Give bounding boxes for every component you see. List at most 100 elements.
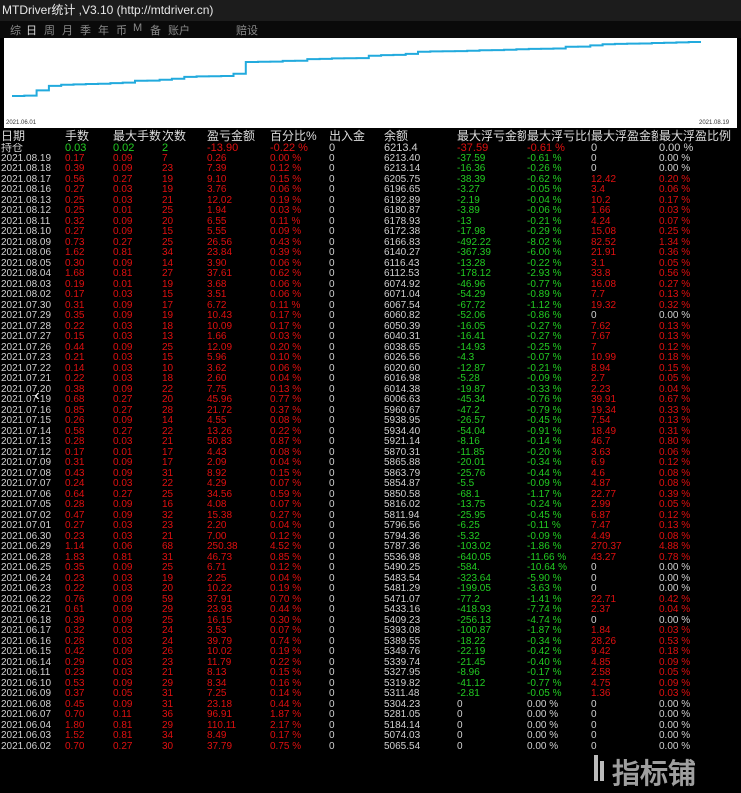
table-row[interactable]: 2021.06.23 0.22 0.03 20 10.22 0.19 % 0 5481.29 -… xyxy=(0,584,736,595)
table-row[interactable]: 2021.06.25 0.35 0.09 25 6.71 0.12 % 0 5490.25 -5… xyxy=(0,563,736,574)
table-row[interactable]: 2021.06.14 0.29 0.03 23 11.79 0.22 % 0 5339.74 -… xyxy=(0,658,736,669)
table-row[interactable]: 2021.06.10 0.53 0.09 29 8.34 0.16 % 0 5319.82 -4… xyxy=(0,679,736,690)
column-header[interactable]: 盈亏金额 xyxy=(206,129,269,143)
table-row[interactable]: 2021.07.30 0.31 0.09 17 6.72 0.11 % 0 6067.54 -6… xyxy=(0,301,736,312)
table-row[interactable]: 2021.06.03 1.52 0.81 34 8.49 0.17 % 0 5074.03 0 0… xyxy=(0,731,736,742)
table-row[interactable]: 2021.07.07 0.24 0.03 22 4.29 0.07 % 0 5854.87 -5… xyxy=(0,479,736,490)
column-header[interactable]: 次数 xyxy=(161,129,206,143)
table-cell: 0.56 xyxy=(65,174,85,185)
table-cell: 25 xyxy=(162,237,174,248)
tab-account[interactable]: 账户 xyxy=(168,22,190,38)
table-row[interactable]: 2021.07.02 0.47 0.09 32 15.38 0.27 % 0 5811.94 -… xyxy=(0,511,736,522)
position-row[interactable]: 持仓 0.03 0.02 2 -13.90 -0.22 % 0 6213.4 -37.59 -0.… xyxy=(0,143,736,154)
tab-settings[interactable]: 赔设 xyxy=(236,22,258,38)
tab-note[interactable]: 备 xyxy=(150,22,161,38)
column-header[interactable]: 日期 xyxy=(0,129,64,143)
table-cell: 4.6 xyxy=(591,468,605,479)
tab-magic[interactable]: M xyxy=(133,22,142,34)
column-header[interactable]: 最大手数 xyxy=(112,129,161,143)
column-header[interactable]: 百分比% xyxy=(269,129,328,143)
table-row[interactable]: 2021.08.11 0.32 0.09 20 6.55 0.11 % 0 6178.93 -1… xyxy=(0,217,736,228)
table-row[interactable]: 2021.07.13 0.28 0.03 21 50.83 0.87 % 0 5921.14 -… xyxy=(0,437,736,448)
table-row[interactable]: 2021.08.05 0.30 0.09 14 3.90 0.06 % 0 6116.43 -1… xyxy=(0,259,736,270)
table-row[interactable]: 2021.07.12 0.17 0.01 17 4.43 0.08 % 0 5870.31 -1… xyxy=(0,448,736,459)
stats-table-container[interactable]: 日期手数最大手数次数盈亏金额百分比%出入金余额最大浮亏金额最大浮亏比例最大浮盈金… xyxy=(0,129,741,793)
table-cell: 15.38 xyxy=(207,510,233,521)
table-row[interactable]: 2021.06.16 0.28 0.03 24 39.79 0.74 % 0 5389.55 -… xyxy=(0,637,736,648)
column-header[interactable]: 出入金 xyxy=(328,129,383,143)
table-row[interactable]: 2021.08.19 0.17 0.09 7 0.26 0.00 % 0 6213.40 -37… xyxy=(0,154,736,165)
tab-quarterly[interactable]: 季 xyxy=(80,22,91,38)
table-row[interactable]: 2021.06.04 1.80 0.81 29 110.11 2.17 % 0 5184.14… xyxy=(0,721,736,732)
table-row[interactable]: 2021.07.16 0.85 0.27 28 21.72 0.37 % 0 5960.67 -… xyxy=(0,406,736,417)
table-row[interactable]: 2021.06.09 0.37 0.05 31 7.25 0.14 % 0 5311.48 -2… xyxy=(0,689,736,700)
column-header[interactable]: 最大浮亏金额 xyxy=(456,129,526,143)
table-cell: 0.19 % xyxy=(270,647,302,657)
table-row[interactable]: 2021.07.14 0.58 0.27 22 13.26 0.22 % 0 5934.40 -… xyxy=(0,427,736,438)
collapse-arrow-icon[interactable]: ‹ xyxy=(28,385,46,407)
table-row[interactable]: 2021.06.28 1.83 0.81 31 46.73 0.85 % 0 5536.98 -… xyxy=(0,553,736,564)
table-row[interactable]: 2021.07.06 0.64 0.27 25 34.56 0.59 % 0 5850.58 -… xyxy=(0,490,736,501)
table-row[interactable]: 2021.06.24 0.23 0.03 19 2.25 0.04 % 0 5483.54 -3… xyxy=(0,574,736,585)
window-title-bar: MTDriver统计 ,V3.10 (http://mtdriver.cn) xyxy=(0,0,741,21)
table-row[interactable]: 2021.08.16 0.27 0.03 19 3.76 0.06 % 0 6196.65 -3… xyxy=(0,185,736,196)
column-header[interactable]: 最大浮亏比例 xyxy=(526,129,590,143)
table-row[interactable]: 2021.06.08 0.45 0.09 31 23.18 0.44 % 0 5304.23 0… xyxy=(0,700,736,711)
table-row[interactable]: 2021.08.13 0.25 0.03 21 12.02 0.19 % 0 6192.89 -… xyxy=(0,196,736,207)
tab-yearly[interactable]: 年 xyxy=(98,22,109,38)
table-row[interactable]: 2021.06.30 0.23 0.03 21 7.00 0.12 % 0 5794.36 -5… xyxy=(0,532,736,543)
table-cell: 5481.29 xyxy=(384,584,421,594)
table-row[interactable]: 2021.07.26 0.44 0.09 25 12.09 0.20 % 0 6038.65 -… xyxy=(0,343,736,354)
table-row[interactable]: 2021.06.07 0.70 0.11 36 96.91 1.87 % 0 5281.05 0… xyxy=(0,710,736,721)
table-row[interactable]: 2021.06.11 0.23 0.03 21 8.13 0.15 % 0 5327.95 -8… xyxy=(0,668,736,679)
column-header[interactable]: 余额 xyxy=(383,129,456,143)
table-cell: 0.75 % xyxy=(270,741,302,752)
table-row[interactable]: 2021.07.21 0.22 0.03 18 2.60 0.04 % 0 6016.98 -5… xyxy=(0,374,736,385)
table-row[interactable]: 2021.07.22 0.14 0.03 10 3.62 0.06 % 0 6020.60 -1… xyxy=(0,364,736,375)
table-row[interactable]: 2021.07.15 0.26 0.09 14 4.55 0.08 % 0 5938.95 -2… xyxy=(0,416,736,427)
table-row[interactable]: 2021.07.01 0.27 0.03 23 2.20 0.04 % 0 5796.56 -6… xyxy=(0,521,736,532)
table-row[interactable]: 2021.07.08 0.43 0.09 31 8.92 0.15 % 0 5863.79 -2… xyxy=(0,469,736,480)
table-row[interactable]: 2021.07.05 0.28 0.09 16 4.08 0.07 % 0 5816.02 -1… xyxy=(0,500,736,511)
table-row[interactable]: 2021.08.10 0.27 0.09 15 5.55 0.09 % 0 6172.38 -1… xyxy=(0,227,736,238)
table-row[interactable]: 2021.08.17 0.56 0.27 19 9.10 0.15 % 0 6205.75 -3… xyxy=(0,175,736,186)
table-cell: -47.2 xyxy=(457,405,480,416)
table-row[interactable]: 2021.07.29 0.35 0.09 19 10.43 0.17 % 0 6060.82 -… xyxy=(0,311,736,322)
table-row[interactable]: 2021.06.29 1.14 0.06 68 250.38 4.52 % 0 5787.36… xyxy=(0,542,736,553)
table-cell: 0.00 % xyxy=(527,699,559,710)
tab-summary[interactable]: 综 xyxy=(10,22,21,38)
tab-monthly[interactable]: 月 xyxy=(62,22,73,38)
table-row[interactable]: 2021.07.20 0.38 0.09 22 7.75 0.13 % 0 6014.38 -1… xyxy=(0,385,736,396)
table-cell: 5409.23 xyxy=(384,615,421,626)
table-row[interactable]: 2021.07.23 0.21 0.03 15 5.96 0.10 % 0 6026.56 -4… xyxy=(0,353,736,364)
table-row[interactable]: 2021.08.09 0.73 0.27 25 26.56 0.43 % 0 6166.83 -… xyxy=(0,238,736,249)
table-row[interactable]: 2021.06.02 0.70 0.27 30 37.79 0.75 % 0 5065.54 0… xyxy=(0,742,736,753)
table-cell: -0.20 % xyxy=(527,447,562,458)
table-row[interactable]: 2021.08.03 0.19 0.01 19 3.68 0.06 % 0 6074.92 -4… xyxy=(0,280,736,291)
table-row[interactable]: 2021.06.18 0.39 0.09 25 16.15 0.30 % 0 5409.23 -… xyxy=(0,616,736,627)
tab-weekly[interactable]: 周 xyxy=(44,22,55,38)
table-row[interactable]: 2021.06.22 0.76 0.09 59 37.91 0.70 % 0 5471.07 -… xyxy=(0,595,736,606)
table-cell: 0 xyxy=(329,185,335,195)
table-row[interactable]: 2021.07.28 0.22 0.03 18 10.09 0.17 % 0 6050.39 -… xyxy=(0,322,736,333)
table-row[interactable]: 2021.08.12 0.25 0.01 25 1.94 0.03 % 0 6180.87 -3… xyxy=(0,206,736,217)
table-cell: 0.78 % xyxy=(659,552,691,563)
table-row[interactable]: 2021.08.02 0.17 0.03 15 3.51 0.06 % 0 6071.04 -5… xyxy=(0,290,736,301)
table-row[interactable]: 2021.08.18 0.39 0.09 23 7.39 0.12 % 0 6213.14 -1… xyxy=(0,164,736,175)
column-header[interactable]: 手数 xyxy=(64,129,112,143)
table-row[interactable]: 2021.07.19 0.68 0.27 20 45.96 0.77 % 0 6006.63-… xyxy=(0,395,736,406)
table-cell: 6112.53 xyxy=(384,269,420,279)
tab-currency[interactable]: 币 xyxy=(116,22,127,38)
column-header[interactable]: 最大浮盈金额 xyxy=(590,129,658,143)
column-header[interactable]: 最大浮盈比例 xyxy=(658,129,736,143)
table-row[interactable]: 2021.08.06 1.62 0.81 34 23.84 0.39 % 0 6140.27 -… xyxy=(0,248,736,259)
table-row[interactable]: 2021.06.17 0.32 0.03 24 3.53 0.07 % 0 5393.08 -1… xyxy=(0,626,736,637)
table-row[interactable]: 2021.07.09 0.31 0.09 17 2.09 0.04 % 0 5865.88 -2… xyxy=(0,458,736,469)
table-row[interactable]: 2021.06.21 0.61 0.09 29 23.93 0.44 % 0 5433.16 -… xyxy=(0,605,736,616)
tab-daily[interactable]: 日 xyxy=(26,22,37,38)
table-row[interactable]: 2021.07.27 0.15 0.03 13 1.66 0.03 % 0 6040.31 -1… xyxy=(0,332,736,343)
table-cell: -16.36 xyxy=(457,164,486,174)
table-cell: 6205.75 xyxy=(384,174,421,185)
table-row[interactable]: 2021.08.04 1.68 0.81 27 37.61 0.62 % 0 6112.53 -… xyxy=(0,269,736,280)
table-row[interactable]: 2021.06.15 0.42 0.09 26 10.02 0.19 % 0 5349.76 -… xyxy=(0,647,736,658)
